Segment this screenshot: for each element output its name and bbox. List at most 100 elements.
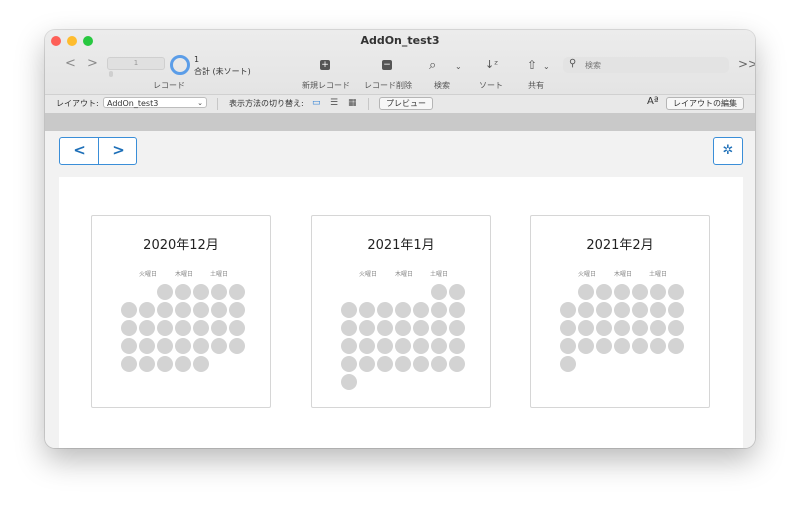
day-cell[interactable] [377,320,393,336]
day-cell[interactable] [449,320,465,336]
day-cell[interactable] [596,284,612,300]
day-cell[interactable] [377,338,393,354]
delete-record-icon[interactable]: − [382,60,392,70]
day-cell[interactable] [413,356,429,372]
share-icon[interactable]: ⇧ [527,58,537,72]
day-cell[interactable] [359,320,375,336]
day-cell[interactable] [650,302,666,318]
day-cell[interactable] [431,302,447,318]
day-cell[interactable] [229,284,245,300]
day-cell[interactable] [359,302,375,318]
find-icon[interactable]: ⌕ [429,58,436,73]
delete-record-button[interactable]: レコード削除 [364,80,412,91]
day-cell[interactable] [341,302,357,318]
sort-icon[interactable]: ↓ᶻ [485,58,498,71]
day-cell[interactable] [431,356,447,372]
day-cell[interactable] [211,338,227,354]
day-cell[interactable] [668,302,684,318]
quick-find-field[interactable]: ⚲ [563,57,729,73]
day-cell[interactable] [121,302,137,318]
day-cell[interactable] [341,338,357,354]
slider-knob-icon[interactable] [109,71,113,77]
day-cell[interactable] [614,302,630,318]
settings-button[interactable]: ✲ [713,137,743,165]
share-menu-chevron-icon[interactable]: ⌄ [543,62,550,71]
day-cell[interactable] [193,302,209,318]
day-cell[interactable] [560,320,576,336]
day-cell[interactable] [431,284,447,300]
day-cell[interactable] [560,302,576,318]
day-cell[interactable] [413,302,429,318]
day-cell[interactable] [139,302,155,318]
day-cell[interactable] [211,284,227,300]
day-cell[interactable] [341,320,357,336]
day-cell[interactable] [395,302,411,318]
day-cell[interactable] [413,338,429,354]
day-cell[interactable] [596,338,612,354]
day-cell[interactable] [431,320,447,336]
previous-month-button[interactable]: < [60,138,99,164]
day-cell[interactable] [139,320,155,336]
day-cell[interactable] [157,302,173,318]
day-cell[interactable] [650,284,666,300]
record-slider[interactable]: 1 [107,57,165,70]
day-cell[interactable] [668,320,684,336]
day-cell[interactable] [449,356,465,372]
day-cell[interactable] [614,338,630,354]
next-month-button[interactable]: > [99,138,138,164]
day-cell[interactable] [578,302,594,318]
list-view-icon[interactable]: ☰ [330,98,338,108]
day-cell[interactable] [395,338,411,354]
day-cell[interactable] [632,320,648,336]
day-cell[interactable] [193,356,209,372]
new-record-button[interactable]: 新規レコード [302,80,350,91]
day-cell[interactable] [175,302,191,318]
new-record-icon[interactable]: + [320,60,330,70]
day-cell[interactable] [193,320,209,336]
day-cell[interactable] [632,338,648,354]
search-input[interactable] [585,59,725,71]
day-cell[interactable] [121,356,137,372]
table-view-icon[interactable]: ▦ [348,98,357,108]
day-cell[interactable] [229,338,245,354]
share-button[interactable]: 共有 [528,80,544,91]
day-cell[interactable] [560,356,576,372]
day-cell[interactable] [157,320,173,336]
day-cell[interactable] [578,320,594,336]
day-cell[interactable] [395,320,411,336]
day-cell[interactable] [431,338,447,354]
day-cell[interactable] [175,356,191,372]
day-cell[interactable] [175,320,191,336]
day-cell[interactable] [229,302,245,318]
day-cell[interactable] [596,320,612,336]
day-cell[interactable] [157,284,173,300]
day-cell[interactable] [211,320,227,336]
day-cell[interactable] [377,302,393,318]
form-view-icon[interactable]: ▭ [312,98,321,108]
day-cell[interactable] [632,302,648,318]
day-cell[interactable] [578,338,594,354]
day-cell[interactable] [632,284,648,300]
day-cell[interactable] [139,356,155,372]
layout-select[interactable]: AddOn_test3 ⌄ [103,97,207,108]
day-cell[interactable] [341,374,357,390]
day-cell[interactable] [413,320,429,336]
day-cell[interactable] [175,338,191,354]
day-cell[interactable] [193,284,209,300]
toolbar-overflow-icon[interactable]: >> [738,57,755,71]
day-cell[interactable] [614,320,630,336]
day-cell[interactable] [139,338,155,354]
day-cell[interactable] [560,338,576,354]
day-cell[interactable] [449,302,465,318]
day-cell[interactable] [650,338,666,354]
day-cell[interactable] [121,320,137,336]
day-cell[interactable] [395,356,411,372]
previous-record-icon[interactable]: < [65,56,76,71]
day-cell[interactable] [578,284,594,300]
day-cell[interactable] [341,356,357,372]
day-cell[interactable] [359,338,375,354]
preview-button[interactable]: プレビュー [379,97,433,110]
font-size-icon[interactable]: Aª [647,96,659,107]
day-cell[interactable] [614,284,630,300]
day-cell[interactable] [359,356,375,372]
